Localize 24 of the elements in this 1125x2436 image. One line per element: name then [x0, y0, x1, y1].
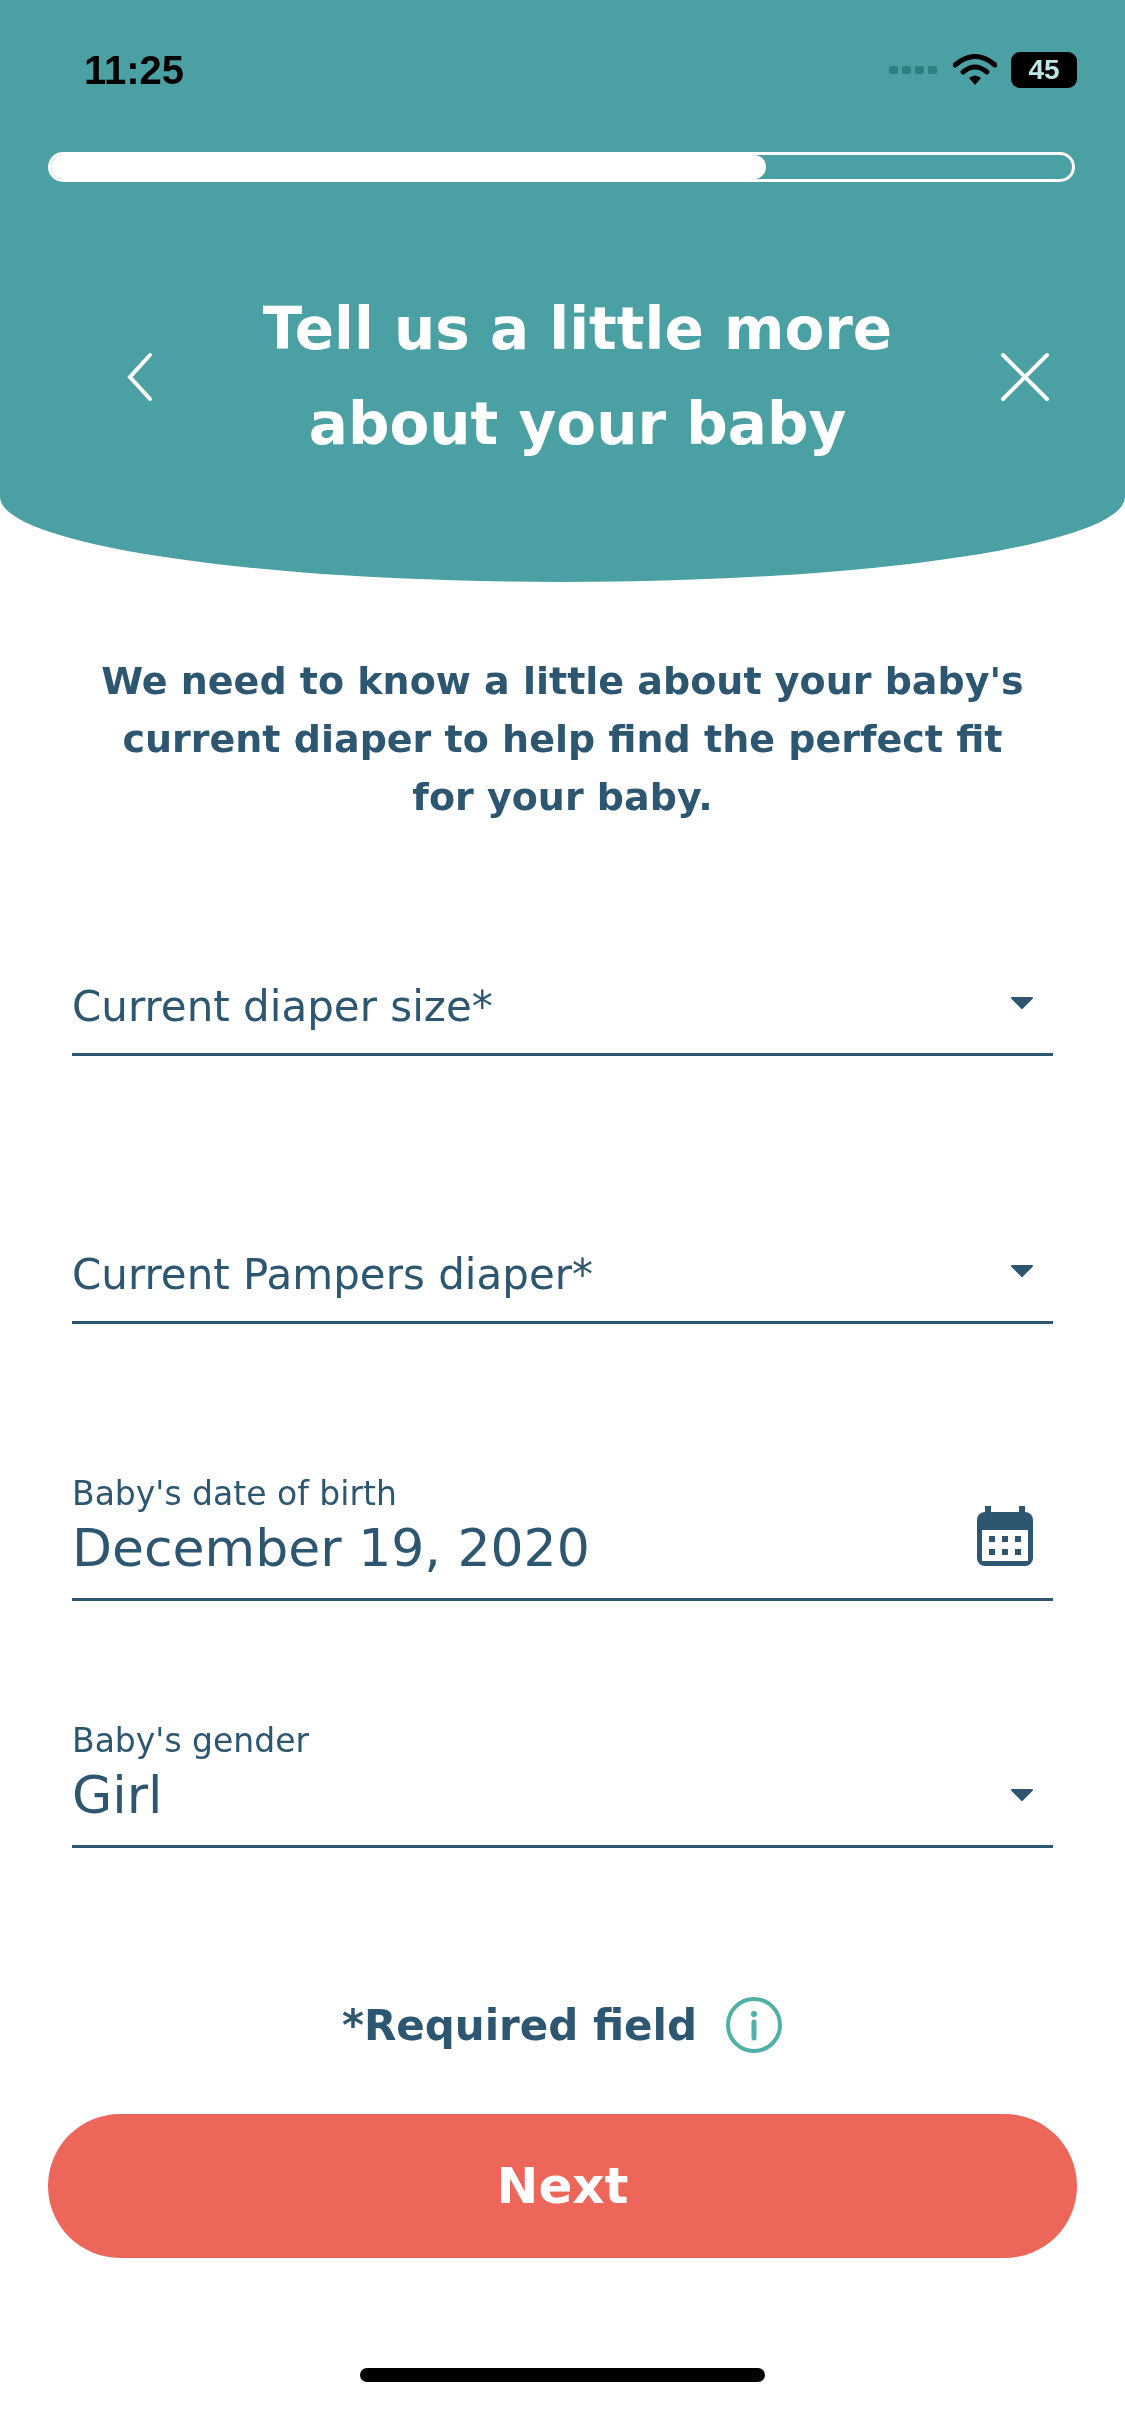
- caret-icon: [1011, 997, 1033, 1009]
- calendar-icon: [977, 1506, 1033, 1566]
- info-icon[interactable]: [725, 1996, 784, 2054]
- field-placeholder: Current diaper size*: [72, 981, 493, 1033]
- page-title: Tell us a little more about your baby: [261, 294, 894, 460]
- dropdown-field[interactable]: Current Pampers diaper*: [72, 1204, 1053, 1324]
- field-value: Girl: [72, 1764, 164, 1827]
- field-label: Baby's date of birth: [72, 1473, 398, 1515]
- dropdown-field[interactable]: Baby's gender Girl: [72, 1719, 1053, 1848]
- field-label: Baby's gender: [72, 1720, 310, 1762]
- field-value: December 19, 2020: [72, 1517, 590, 1580]
- dropdown-field[interactable]: Current diaper size*: [72, 936, 1053, 1056]
- battery-icon: 45: [1011, 52, 1077, 88]
- signal-icon: [889, 64, 939, 76]
- back-icon[interactable]: [125, 352, 155, 402]
- intro-text: We need to know a little about your baby's current diaper to help find the perfect fit for your baby.: [100, 658, 1025, 821]
- wifi-icon: [953, 54, 997, 86]
- date-field[interactable]: Baby's date of birth December 19, 2020: [72, 1472, 1053, 1601]
- close-icon[interactable]: [1000, 352, 1050, 402]
- status-time: 11:25: [84, 47, 185, 93]
- caret-icon: [1011, 1265, 1033, 1277]
- required-note: *Required field: [341, 2000, 698, 2050]
- field-placeholder: Current Pampers diaper*: [72, 1249, 594, 1301]
- caret-icon: [1011, 1789, 1033, 1801]
